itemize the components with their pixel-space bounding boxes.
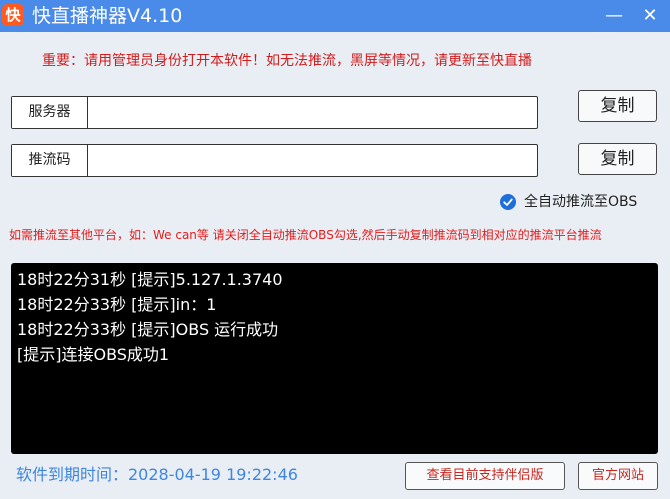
stream-key-field: 推流码 bbox=[11, 144, 538, 177]
view-partners-button[interactable]: 查看目前支持伴侣版 bbox=[405, 462, 565, 490]
log-line: 18时22分31秒 [提示]5.127.1.3740 bbox=[17, 270, 283, 289]
log-line: 18时22分33秒 [提示]in：1 bbox=[17, 295, 217, 314]
log-line: [提示]连接OBS成功1 bbox=[17, 345, 170, 364]
log-line: 18时22分33秒 [提示]OBS 运行成功 bbox=[17, 320, 279, 339]
window-title: 快直播神器V4.10 bbox=[32, 5, 183, 27]
platform-hint: 如需推流至其他平台，如：We can等 请关闭全自动推流OBS勾选,然后手动复制… bbox=[9, 228, 602, 242]
auto-push-label: 全自动推流至OBS bbox=[524, 194, 638, 210]
stream-key-label: 推流码 bbox=[12, 145, 88, 176]
expiry-time: 软件到期时间：2028-04-19 19:22:46 bbox=[16, 465, 298, 484]
log-console: 18时22分31秒 [提示]5.127.1.3740 18时22分33秒 [提示… bbox=[11, 263, 658, 454]
close-button[interactable]: ✕ bbox=[632, 0, 668, 32]
server-label: 服务器 bbox=[12, 97, 88, 128]
stream-key-input[interactable] bbox=[89, 147, 533, 174]
minimize-button[interactable]: — bbox=[596, 0, 632, 32]
copy-stream-key-button[interactable]: 复制 bbox=[578, 143, 657, 175]
app-logo-icon: 快 bbox=[2, 4, 24, 26]
server-field: 服务器 bbox=[11, 96, 538, 129]
copy-server-button[interactable]: 复制 bbox=[578, 90, 657, 122]
official-website-button[interactable]: 官方网站 bbox=[578, 462, 658, 490]
admin-notice: 重要：请用管理员身份打开本软件！如无法推流，黑屏等情况，请更新至快直播 bbox=[42, 53, 532, 69]
checkbox-checked-icon[interactable] bbox=[500, 194, 516, 210]
server-input[interactable] bbox=[89, 99, 533, 126]
title-bar: 快 快直播神器V4.10 — ✕ bbox=[0, 0, 670, 32]
